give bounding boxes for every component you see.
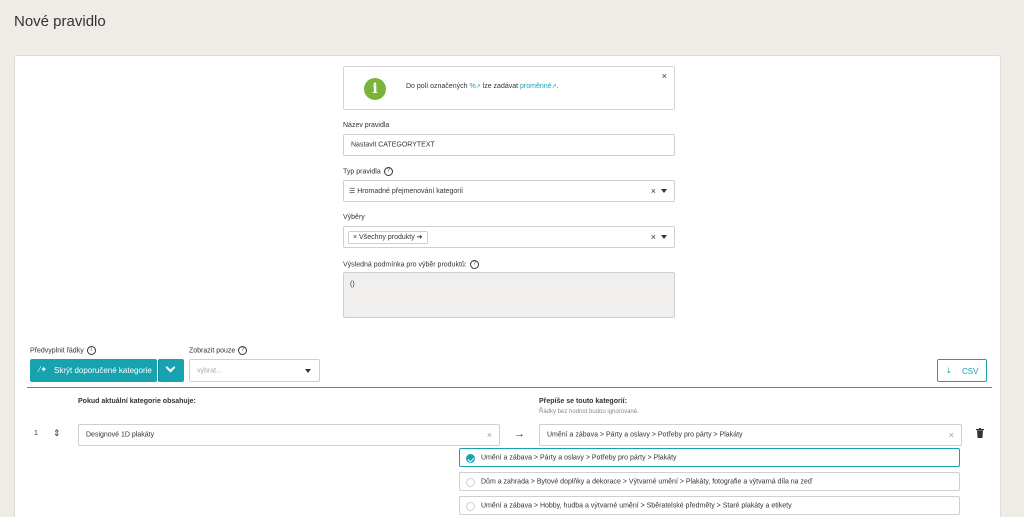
source-category-input[interactable]: Designové 1D plakáty × [78, 424, 500, 446]
chevron-down-icon[interactable] [305, 368, 311, 373]
show-only-select[interactable]: vybrat... [189, 359, 320, 382]
clear-icon[interactable]: × [949, 430, 954, 440]
chevron-down-icon[interactable] [661, 235, 667, 239]
result-condition-label: Výsledná podmínka pro výběr produktů:? [343, 260, 479, 269]
selection-tag: × Všechny produkty ➜ [348, 231, 428, 244]
help-icon[interactable]: ? [238, 346, 248, 355]
show-only-label: Zobrazit pouze? [189, 346, 248, 355]
close-notice-button[interactable]: × [662, 71, 667, 81]
radio-icon [466, 502, 475, 511]
selections-multiselect[interactable]: × Všechny produkty ➜ × [343, 226, 675, 248]
rule-form-card: i Do polí označených %↗ lze zadávat prom… [14, 55, 1001, 517]
page-title: Nové pravidlo [14, 13, 106, 30]
rule-name-label: Název pravidla [343, 122, 390, 129]
selections-label: Výběry [343, 214, 365, 221]
drag-handle-icon[interactable]: ⇕ [53, 428, 61, 439]
suggestion-item[interactable]: Umění a zábava > Hobby, hudba a výtvarné… [459, 496, 960, 515]
result-condition-textarea: () [343, 272, 675, 318]
external-link-icon: ↗ [475, 84, 481, 90]
csv-download-button[interactable]: ⤓ CSV [937, 359, 987, 382]
radio-icon [466, 478, 475, 487]
rule-type-label: Typ pravidla? [343, 167, 393, 176]
info-icon[interactable]: i [86, 346, 96, 355]
row-index: 1 [34, 430, 38, 437]
clear-icon[interactable]: × [487, 430, 492, 440]
target-category-input[interactable]: Umění a zábava > Párty a oslavy > Potřeb… [539, 424, 962, 446]
download-icon: ⤓ [947, 366, 951, 375]
rule-name-input[interactable]: Nastavit CATEGORYTEXT [343, 134, 675, 156]
open-selection-icon[interactable]: ➜ [417, 234, 423, 241]
info-icon: i [364, 78, 386, 100]
info-notice: i Do polí označených %↗ lze zadávat prom… [343, 66, 675, 110]
help-icon[interactable]: ? [383, 167, 393, 176]
target-column-header: Přepíše se touto kategorií: [539, 398, 627, 405]
clear-icon[interactable]: × [651, 232, 656, 242]
chevron-down-icon [165, 362, 176, 373]
chevron-down-icon[interactable] [661, 189, 667, 193]
info-notice-text: Do polí označených %↗ lze zadávat proměn… [406, 83, 559, 90]
arrow-right-icon: → [514, 428, 525, 440]
help-icon[interactable]: ? [469, 260, 479, 269]
target-column-hint: Řádky bez hodnot budou ignorované. [539, 409, 639, 415]
prefill-dropdown-button[interactable] [158, 359, 184, 382]
prefill-label: Předvyplnit řádky i [30, 346, 96, 355]
variables-link[interactable]: proměnné [520, 83, 552, 90]
trash-icon[interactable] [976, 428, 984, 438]
suggestion-item[interactable]: Dům a zahrada > Bytové doplňky a dekorac… [459, 472, 960, 491]
magic-wand-icon: ⁄✦ [39, 365, 48, 374]
clear-icon[interactable]: × [651, 186, 656, 196]
list-icon: ☰ [349, 188, 358, 195]
source-column-header: Pokud aktuální kategorie obsahuje: [78, 398, 196, 405]
divider [27, 387, 992, 388]
hide-recommended-button[interactable]: ⁄✦ Skrýt doporučené kategorie [30, 359, 157, 382]
radio-checked-icon [466, 454, 475, 463]
rule-type-select[interactable]: ☰ Hromadné přejmenování kategorií × [343, 180, 675, 202]
suggestion-item[interactable]: Umění a zábava > Párty a oslavy > Potřeb… [459, 448, 960, 467]
